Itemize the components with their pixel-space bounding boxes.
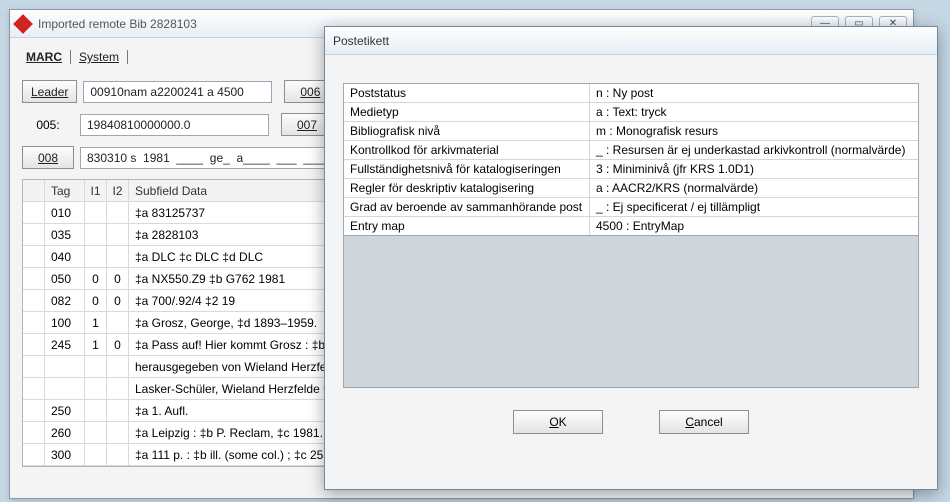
property-row[interactable]: Bibliografisk nivåm : Monografisk resurs: [344, 122, 918, 141]
cell-i1: [85, 202, 107, 223]
cell-i2: 0: [107, 334, 129, 355]
cell-tag: 050: [45, 268, 85, 289]
property-row[interactable]: Medietypa : Text: tryck: [344, 103, 918, 122]
cell-i1: [85, 400, 107, 421]
cell-tag: 010: [45, 202, 85, 223]
cell-i2: [107, 400, 129, 421]
cell-tag: 260: [45, 422, 85, 443]
cell-i2: [107, 378, 129, 399]
cell-tag: 100: [45, 312, 85, 333]
cell-tag: 300: [45, 444, 85, 465]
leader-button[interactable]: Leader: [22, 80, 77, 103]
property-value: m : Monografisk resurs: [590, 122, 918, 140]
cell-i1: 0: [85, 268, 107, 289]
tab-separator: [127, 50, 128, 64]
col-i2: I2: [107, 180, 129, 201]
input-005[interactable]: [80, 114, 269, 136]
cell-tag: 245: [45, 334, 85, 355]
cell-i2: 0: [107, 268, 129, 289]
cell-i1: [85, 378, 107, 399]
cell-tag: [45, 356, 85, 377]
property-value: _ : Resursen är ej underkastad arkivkont…: [590, 141, 918, 159]
cell-i1: [85, 224, 107, 245]
property-key: Kontrollkod för arkivmaterial: [344, 141, 590, 159]
cell-tag: 040: [45, 246, 85, 267]
property-key: Bibliografisk nivå: [344, 122, 590, 140]
property-key: Fullständighetsnivå för katalogiseringen: [344, 160, 590, 178]
property-value: a : AACR2/KRS (normalvärde): [590, 179, 918, 197]
leader-input[interactable]: [83, 81, 272, 103]
cell-i1: [85, 246, 107, 267]
property-key: Entry map: [344, 217, 590, 235]
cell-tag: 035: [45, 224, 85, 245]
property-value: _ : Ej specificerat / ej tillämpligt: [590, 198, 918, 216]
cell-i1: 1: [85, 312, 107, 333]
app-icon: [13, 14, 33, 34]
tab-marc[interactable]: MARC: [22, 48, 66, 66]
property-table: Poststatusn : Ny postMedietypa : Text: t…: [343, 83, 919, 388]
cell-tag: 082: [45, 290, 85, 311]
cell-i2: 0: [107, 290, 129, 311]
ok-button[interactable]: OK: [513, 410, 603, 434]
tab-system[interactable]: System: [75, 48, 123, 66]
property-key: Poststatus: [344, 84, 590, 102]
cell-i2: [107, 444, 129, 465]
col-i1: I1: [85, 180, 107, 201]
dialog-titlebar: Postetikett: [325, 27, 937, 55]
cancel-button[interactable]: Cancel: [659, 410, 749, 434]
property-row[interactable]: Regler för deskriptiv katalogiseringa : …: [344, 179, 918, 198]
cell-i2: [107, 224, 129, 245]
cell-i1: 1: [85, 334, 107, 355]
cell-i2: [107, 356, 129, 377]
property-key: Regler för deskriptiv katalogisering: [344, 179, 590, 197]
col-tag: Tag: [45, 180, 85, 201]
tab-separator: [70, 50, 71, 64]
property-value: 3 : Miniminivå (jfr KRS 1.0D1): [590, 160, 918, 178]
postetikett-dialog: Postetikett Poststatusn : Ny postMediety…: [324, 26, 938, 490]
cell-i2: [107, 246, 129, 267]
btn-008[interactable]: 008: [22, 146, 74, 169]
cell-i2: [107, 312, 129, 333]
cell-i1: [85, 422, 107, 443]
property-row[interactable]: Fullständighetsnivå för katalogiseringen…: [344, 160, 918, 179]
cell-tag: 250: [45, 400, 85, 421]
cell-i1: 0: [85, 290, 107, 311]
cell-i1: [85, 444, 107, 465]
dialog-title: Postetikett: [331, 34, 931, 48]
cell-i2: [107, 202, 129, 223]
property-value: a : Text: tryck: [590, 103, 918, 121]
property-row[interactable]: Entry map4500 : EntryMap: [344, 217, 918, 235]
property-value: 4500 : EntryMap: [590, 217, 918, 235]
label-005: 005:: [22, 118, 74, 132]
property-table-filler: [344, 235, 918, 387]
property-row[interactable]: Poststatusn : Ny post: [344, 84, 918, 103]
cell-i2: [107, 422, 129, 443]
cell-i1: [85, 356, 107, 377]
property-key: Grad av beroende av sammanhörande post: [344, 198, 590, 216]
property-row[interactable]: Grad av beroende av sammanhörande post_ …: [344, 198, 918, 217]
property-row[interactable]: Kontrollkod för arkivmaterial_ : Resurse…: [344, 141, 918, 160]
cell-tag: [45, 378, 85, 399]
property-key: Medietyp: [344, 103, 590, 121]
property-value: n : Ny post: [590, 84, 918, 102]
